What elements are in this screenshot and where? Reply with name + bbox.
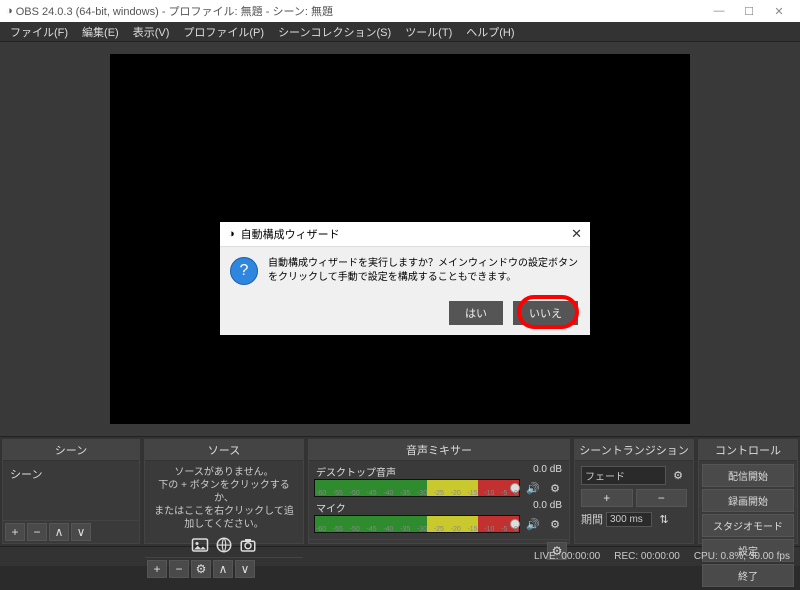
mixer-header: 音声ミキサー <box>309 440 569 461</box>
track-settings-icon[interactable]: ⚙ <box>546 482 564 495</box>
remove-source-button[interactable]: − <box>169 560 189 578</box>
controls-panel: コントロール 配信開始 録画開始 スタジオモード 設定 終了 <box>698 439 798 544</box>
studio-mode-button[interactable]: スタジオモード <box>702 514 794 537</box>
start-streaming-button[interactable]: 配信開始 <box>702 464 794 487</box>
menu-file[interactable]: ファイル(F) <box>4 22 74 42</box>
dialog-close-button[interactable]: ✕ <box>571 226 582 242</box>
mixer-track-level: 0.0 dB <box>533 464 562 479</box>
auto-config-wizard-dialog: ◑ 自動構成ウィザード ✕ ? 自動構成ウィザードを実行しますか？メインウィンド… <box>220 222 590 335</box>
speaker-icon[interactable]: 🔊 <box>524 518 542 531</box>
transitions-header: シーントランジション <box>575 440 693 461</box>
scenes-panel: シーン シーン + − ∧ ∨ <box>2 439 140 544</box>
bottom-panels: シーン シーン + − ∧ ∨ ソース ソースがありません。 下の + ボタンを… <box>0 436 800 546</box>
remove-transition-button[interactable]: − <box>636 489 688 507</box>
mixer-track-name: マイク <box>316 500 346 515</box>
menu-scene-collection[interactable]: シーンコレクション(S) <box>272 22 397 42</box>
track-settings-icon[interactable]: ⚙ <box>546 518 564 531</box>
audio-meter[interactable]: -60-55-50-45-40-35-30-25-20-15-10-50 <box>314 515 520 533</box>
transitions-panel: シーントランジション フェード ⚙ + − 期間 ⇅ <box>574 439 694 544</box>
image-icon <box>191 536 209 554</box>
status-cpu: CPU: 0.8%, 30.00 fps <box>694 551 790 562</box>
question-icon: ? <box>230 257 258 285</box>
add-scene-button[interactable]: + <box>5 523 25 541</box>
controls-header: コントロール <box>699 440 797 461</box>
duration-input[interactable] <box>606 512 652 527</box>
sources-hint-icons <box>148 536 300 554</box>
close-button[interactable]: ✕ <box>764 5 794 18</box>
dialog-app-icon: ◑ <box>228 228 235 240</box>
start-recording-button[interactable]: 録画開始 <box>702 489 794 512</box>
audio-meter[interactable]: -60-55-50-45-40-35-30-25-20-15-10-50 <box>314 479 520 497</box>
dialog-no-button[interactable]: いいえ <box>513 301 578 325</box>
source-down-button[interactable]: ∨ <box>235 560 255 578</box>
scene-item[interactable]: シーン <box>6 464 136 484</box>
sources-header: ソース <box>145 440 303 461</box>
duration-label: 期間 <box>581 511 603 527</box>
remove-scene-button[interactable]: − <box>27 523 47 541</box>
transition-settings-icon[interactable]: ⚙ <box>669 469 687 482</box>
menu-view[interactable]: 表示(V) <box>127 22 176 42</box>
add-transition-button[interactable]: + <box>581 489 633 507</box>
window-title: OBS 24.0.3 (64-bit, windows) - プロファイル: 無… <box>16 3 333 19</box>
window-titlebar: ◑ OBS 24.0.3 (64-bit, windows) - プロファイル:… <box>0 0 800 22</box>
add-source-button[interactable]: + <box>147 560 167 578</box>
obs-logo-icon: ◑ <box>6 5 13 17</box>
status-rec: REC: 00:00:00 <box>614 551 680 562</box>
exit-button[interactable]: 終了 <box>702 564 794 587</box>
sources-panel: ソース ソースがありません。 下の + ボタンをクリックするか、 またはここを右… <box>144 439 304 544</box>
sources-empty-text: ソースがありません。 下の + ボタンをクリックするか、 またはここを右クリック… <box>148 464 300 533</box>
menu-tools[interactable]: ツール(T) <box>399 22 458 42</box>
scene-up-button[interactable]: ∧ <box>49 523 69 541</box>
scenes-header: シーン <box>3 440 139 461</box>
menubar: ファイル(F) 編集(E) 表示(V) プロファイル(P) シーンコレクション(… <box>0 22 800 42</box>
maximize-button[interactable]: ☐ <box>734 5 764 18</box>
duration-stepper-icon[interactable]: ⇅ <box>655 513 673 526</box>
dialog-message: 自動構成ウィザードを実行しますか？メインウィンドウの設定ボタンをクリックして手動… <box>268 257 578 285</box>
scene-down-button[interactable]: ∨ <box>71 523 91 541</box>
dialog-title-text: 自動構成ウィザード <box>241 226 340 242</box>
mixer-track-level: 0.0 dB <box>533 500 562 515</box>
speaker-icon[interactable]: 🔊 <box>524 482 542 495</box>
transition-select[interactable]: フェード <box>581 466 666 485</box>
camera-icon <box>239 536 257 554</box>
menu-edit[interactable]: 編集(E) <box>76 22 125 42</box>
minimize-button[interactable]: — <box>704 5 734 17</box>
globe-icon <box>215 536 233 554</box>
menu-profile[interactable]: プロファイル(P) <box>177 22 270 42</box>
mixer-track-name: デスクトップ音声 <box>316 464 396 479</box>
source-up-button[interactable]: ∧ <box>213 560 233 578</box>
audio-mixer-panel: 音声ミキサー デスクトップ音声 0.0 dB -60-55-50-45-40-3… <box>308 439 570 544</box>
dialog-yes-button[interactable]: はい <box>449 301 503 325</box>
source-properties-button[interactable]: ⚙ <box>191 560 211 578</box>
status-live: LIVE: 00:00:00 <box>534 551 600 562</box>
menu-help[interactable]: ヘルプ(H) <box>460 22 520 42</box>
